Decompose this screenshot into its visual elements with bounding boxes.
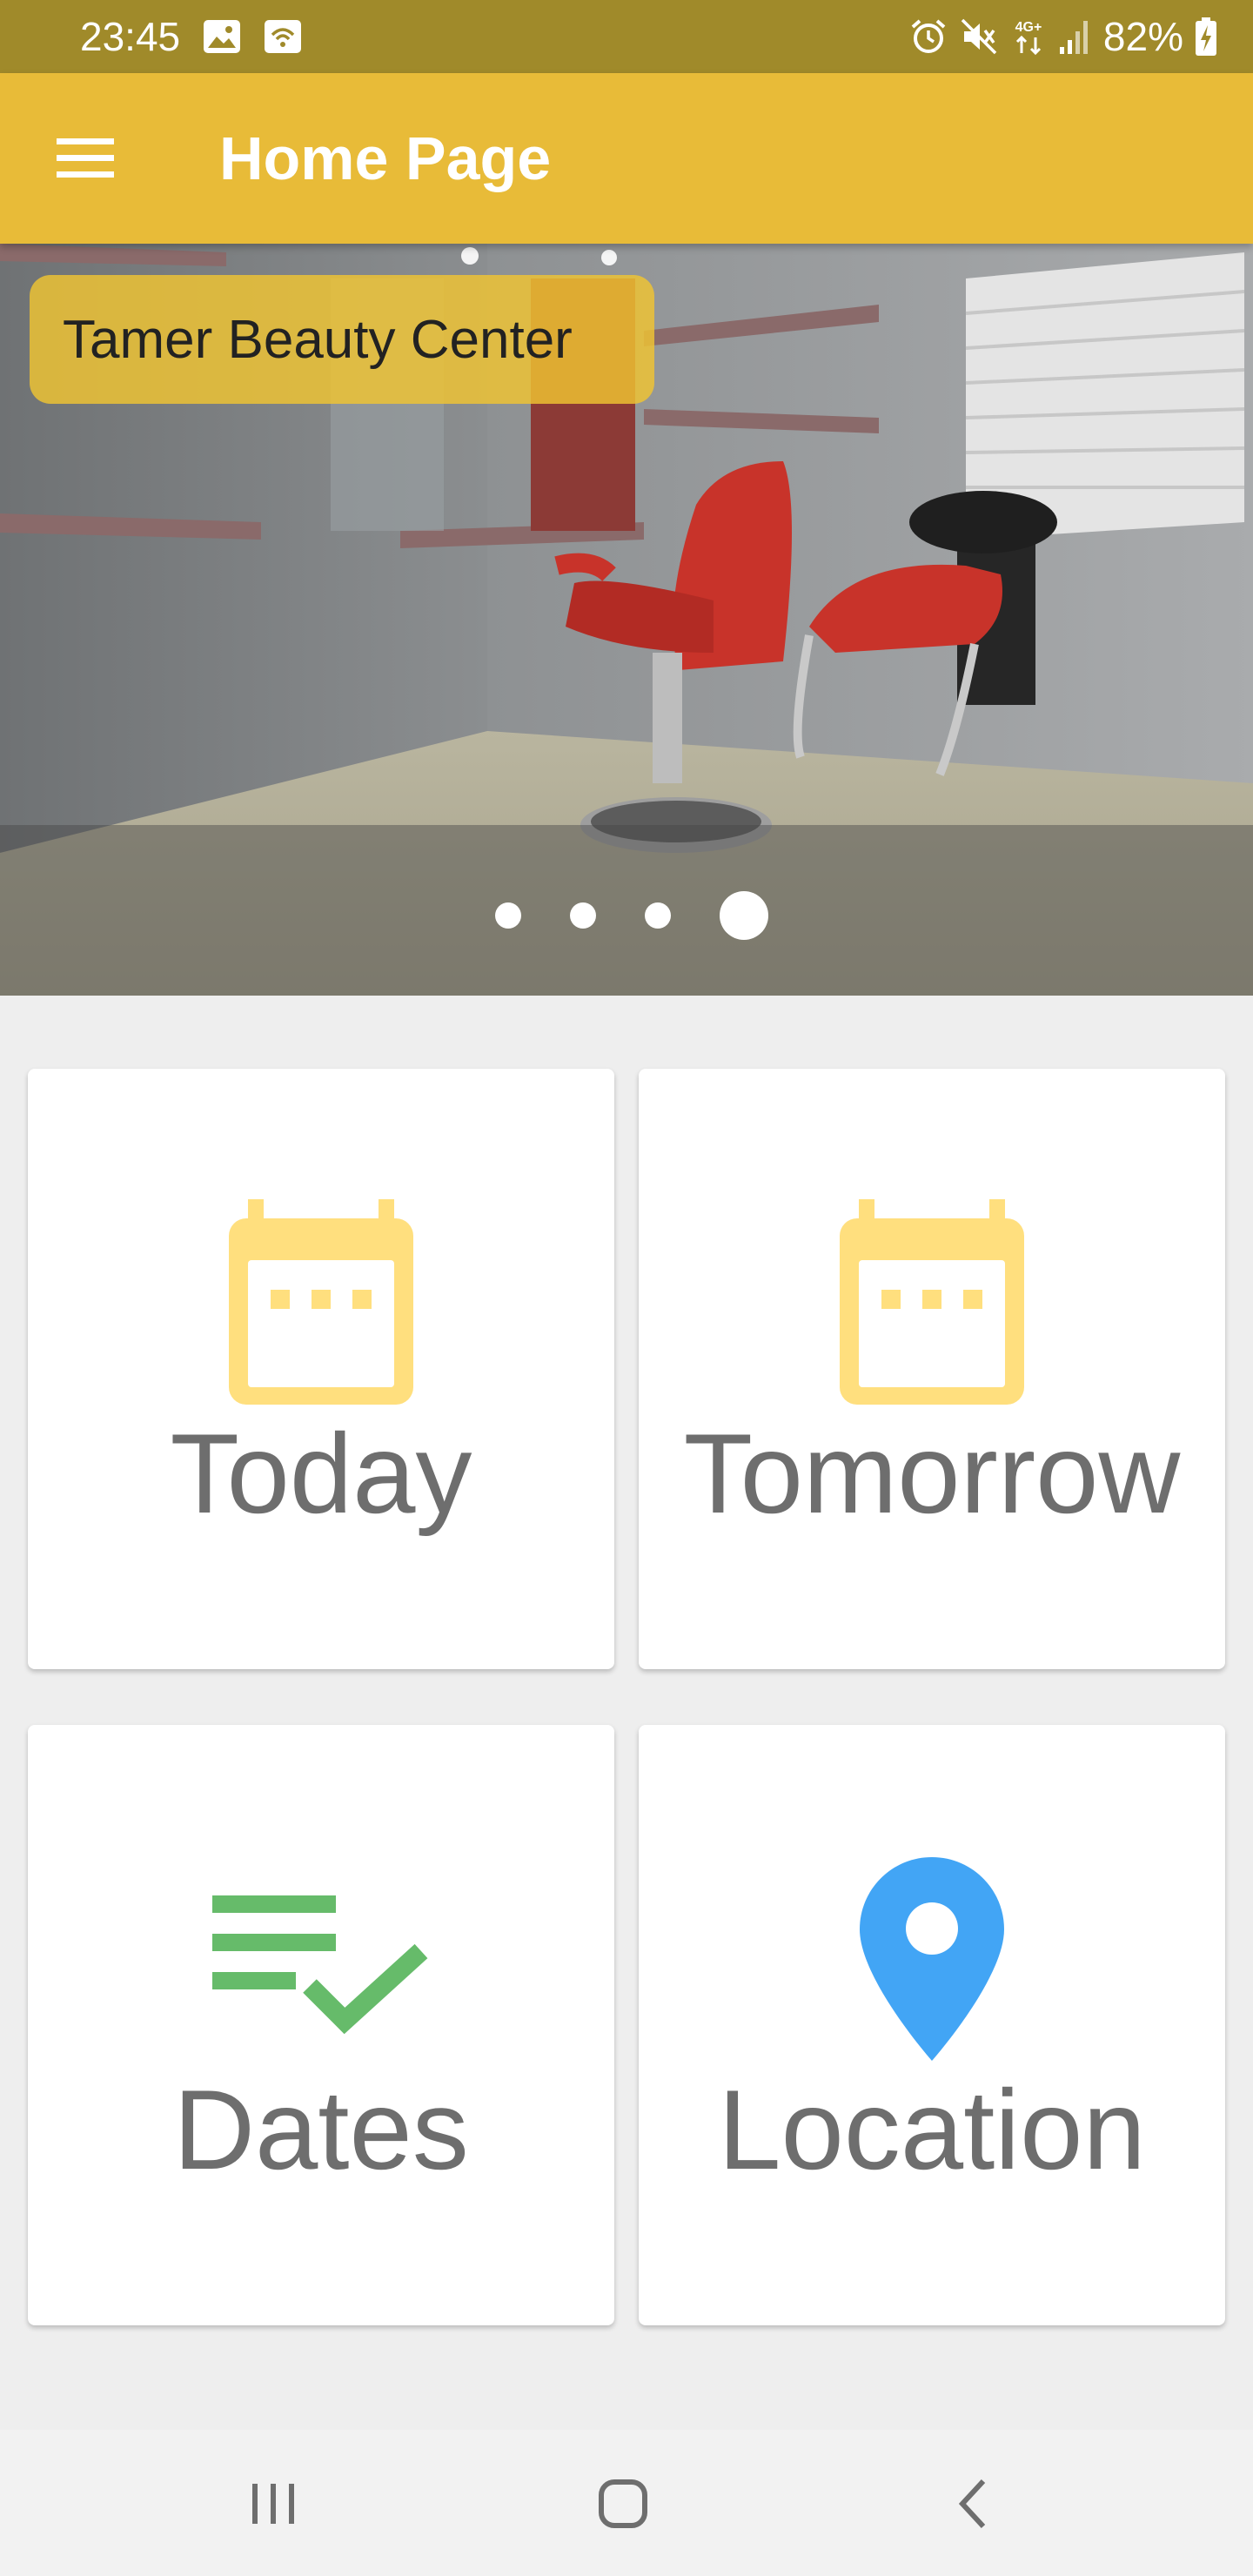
gallery-icon xyxy=(203,19,241,54)
carousel-dot-3[interactable] xyxy=(645,902,671,929)
svg-text:4G+: 4G+ xyxy=(1015,20,1042,35)
tomorrow-tile[interactable]: Tomorrow xyxy=(639,1069,1225,1669)
home-icon xyxy=(599,2479,647,2528)
status-bar: 23:45 4G+ 82% xyxy=(0,0,1253,73)
app-bar: Home Page xyxy=(0,73,1253,244)
banner-carousel[interactable]: Tamer Beauty Center xyxy=(0,244,1253,996)
alarm-icon xyxy=(908,17,948,57)
mute-icon xyxy=(959,17,999,57)
menu-button[interactable] xyxy=(42,115,129,202)
today-label: Today xyxy=(170,1410,472,1537)
carousel-dot-2[interactable] xyxy=(570,902,596,929)
page-title: Home Page xyxy=(219,124,552,192)
calendar-icon xyxy=(840,1199,1024,1405)
hamburger-menu-icon xyxy=(57,138,114,178)
dates-tile[interactable]: Dates xyxy=(28,1725,614,2325)
carousel-indicators xyxy=(0,891,1253,940)
recents-button[interactable] xyxy=(230,2465,317,2543)
today-tile[interactable]: Today xyxy=(28,1069,614,1669)
back-icon xyxy=(958,2479,986,2529)
wifi-call-icon xyxy=(264,19,302,54)
banner-caption: Tamer Beauty Center xyxy=(30,275,654,404)
location-pin-icon xyxy=(860,1857,1004,2061)
status-time: 23:45 xyxy=(80,14,181,59)
calendar-icon xyxy=(229,1199,413,1405)
location-label: Location xyxy=(718,2066,1146,2193)
carousel-dot-1[interactable] xyxy=(495,902,521,929)
signal-icon xyxy=(1058,17,1093,56)
dates-label: Dates xyxy=(173,2066,469,2193)
carousel-dot-4[interactable] xyxy=(720,891,768,940)
list-check-icon xyxy=(212,1895,428,2035)
location-tile[interactable]: Location xyxy=(639,1725,1225,2325)
system-navigation-bar xyxy=(0,2430,1253,2576)
network-type-icon: 4G+ xyxy=(1009,17,1048,57)
recents-icon xyxy=(252,2484,294,2524)
tomorrow-label: Tomorrow xyxy=(683,1410,1181,1537)
back-button[interactable] xyxy=(929,2465,1016,2543)
home-button[interactable] xyxy=(580,2465,667,2543)
battery-percentage: 82% xyxy=(1102,14,1183,59)
battery-charging-icon xyxy=(1194,17,1218,57)
